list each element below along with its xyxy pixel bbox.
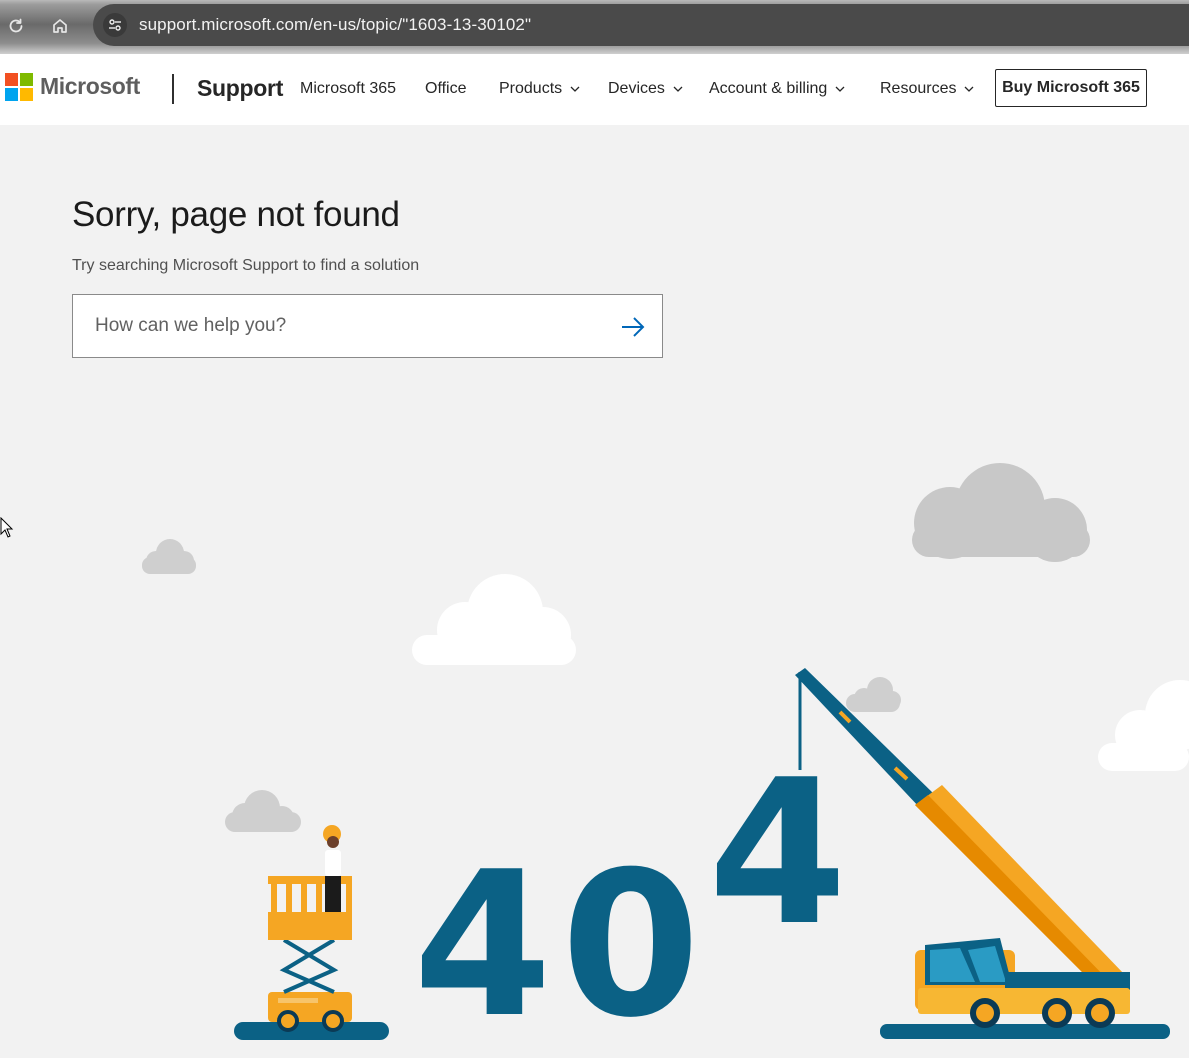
cloud-icon bbox=[1098, 680, 1189, 771]
nav-label: Resources bbox=[880, 80, 957, 97]
search-input[interactable] bbox=[95, 311, 595, 341]
search-submit-button[interactable] bbox=[617, 311, 649, 343]
site-header: Microsoft Support Microsoft 365 Office P… bbox=[0, 54, 1189, 125]
nav-label: Microsoft 365 bbox=[300, 80, 397, 97]
support-home-link[interactable]: Support bbox=[197, 75, 283, 102]
digit-4-left: 4 bbox=[413, 829, 552, 1058]
scissor-lift bbox=[234, 825, 389, 1040]
header-divider bbox=[172, 74, 174, 104]
home-button[interactable] bbox=[46, 12, 74, 40]
digit-0: 0 bbox=[561, 829, 700, 1058]
nav-resources[interactable]: Resources bbox=[880, 80, 975, 98]
nav-microsoft-365[interactable]: Microsoft 365 bbox=[300, 80, 396, 98]
reload-icon bbox=[9, 18, 23, 33]
site-info-button[interactable] bbox=[103, 13, 127, 37]
url-text[interactable]: support.microsoft.com/en-us/topic/"1603-… bbox=[139, 15, 531, 35]
nav-office[interactable]: Office bbox=[425, 80, 467, 98]
nav-devices[interactable]: Devices bbox=[608, 80, 684, 98]
address-bar[interactable]: support.microsoft.com/en-us/topic/"1603-… bbox=[93, 4, 1189, 46]
cloud-icon bbox=[846, 677, 901, 712]
chevron-down-icon bbox=[570, 86, 580, 92]
nav-label: Devices bbox=[608, 80, 665, 97]
microsoft-brand-link[interactable]: Microsoft bbox=[40, 73, 140, 100]
tune-icon bbox=[109, 19, 121, 31]
arrow-right-icon bbox=[622, 317, 645, 337]
cloud-icon bbox=[142, 539, 196, 574]
404-illustration: 4 0 4 bbox=[142, 463, 1189, 1058]
chevron-down-icon bbox=[673, 86, 683, 92]
crane-truck bbox=[795, 668, 1170, 1039]
nav-label: Office bbox=[425, 80, 467, 97]
chevron-down-icon bbox=[965, 86, 974, 92]
page-subtitle: Try searching Microsoft Support to find … bbox=[72, 257, 420, 274]
search-box bbox=[72, 294, 663, 358]
browser-toolbar: support.microsoft.com/en-us/topic/"1603-… bbox=[0, 0, 1189, 54]
microsoft-logo-icon[interactable] bbox=[5, 73, 33, 101]
cloud-icon bbox=[912, 463, 1090, 562]
cloud-icon bbox=[225, 790, 301, 832]
nav-label: Account & billing bbox=[709, 80, 828, 97]
nav-products[interactable]: Products bbox=[499, 80, 581, 98]
home-icon bbox=[53, 19, 67, 33]
nav-label: Products bbox=[499, 80, 563, 97]
buy-microsoft-365-button[interactable]: Buy Microsoft 365 bbox=[995, 69, 1147, 107]
chevron-down-icon bbox=[835, 86, 845, 92]
nav-account-billing[interactable]: Account & billing bbox=[709, 80, 846, 98]
reload-button[interactable] bbox=[2, 12, 30, 40]
digit-4-right: 4 bbox=[708, 737, 847, 970]
page-title: Sorry, page not found bbox=[72, 195, 400, 234]
cloud-icon bbox=[412, 574, 576, 665]
